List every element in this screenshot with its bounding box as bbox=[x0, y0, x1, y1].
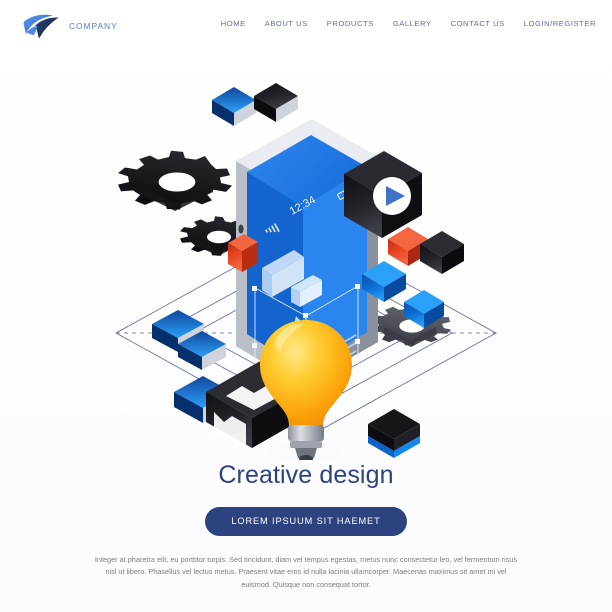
nav-item-products[interactable]: PRODUCTS bbox=[327, 19, 374, 28]
hero-copy-block: Creative design LOREM IPSUUM SIT HAEMET … bbox=[0, 461, 612, 591]
landing-page: COMPANY HOME ABOUT US PRODUCTS GALLERY C… bbox=[0, 0, 612, 612]
hero-illustration: 12:34 bbox=[0, 60, 612, 460]
card-blue-stack[interactable] bbox=[368, 409, 420, 458]
brand-name: COMPANY bbox=[69, 21, 118, 31]
nav-item-contact-us[interactable]: CONTACT US bbox=[451, 19, 505, 28]
nav-item-login-register[interactable]: LOGIN/REGISTER bbox=[524, 19, 596, 28]
brand-logo[interactable]: COMPANY bbox=[22, 13, 118, 39]
card-black-top[interactable] bbox=[254, 83, 298, 122]
lightbulb-idea-icon[interactable] bbox=[260, 320, 352, 460]
card-blue-top[interactable] bbox=[212, 87, 256, 126]
wing-swoosh-logo-icon bbox=[23, 14, 59, 39]
nav-item-home[interactable]: HOME bbox=[221, 19, 246, 28]
site-header: COMPANY HOME ABOUT US PRODUCTS GALLERY C… bbox=[0, 0, 612, 52]
gear-large-icon bbox=[118, 150, 232, 211]
card-black-right[interactable] bbox=[420, 231, 464, 274]
nav-item-gallery[interactable]: GALLERY bbox=[393, 19, 432, 28]
cta-wrapper: LOREM IPSUUM SIT HAEMET bbox=[0, 506, 612, 536]
nav-item-about-us[interactable]: ABOUT US bbox=[265, 19, 308, 28]
cta-button[interactable]: LOREM IPSUUM SIT HAEMET bbox=[205, 506, 407, 536]
page-title: Creative design bbox=[218, 461, 394, 489]
isometric-scene: 12:34 bbox=[115, 83, 497, 460]
body-paragraph: Integer at pharetra elit, eu porttitor t… bbox=[94, 554, 518, 589]
main-navigation: HOME ABOUT US PRODUCTS GALLERY CONTACT U… bbox=[221, 19, 596, 28]
